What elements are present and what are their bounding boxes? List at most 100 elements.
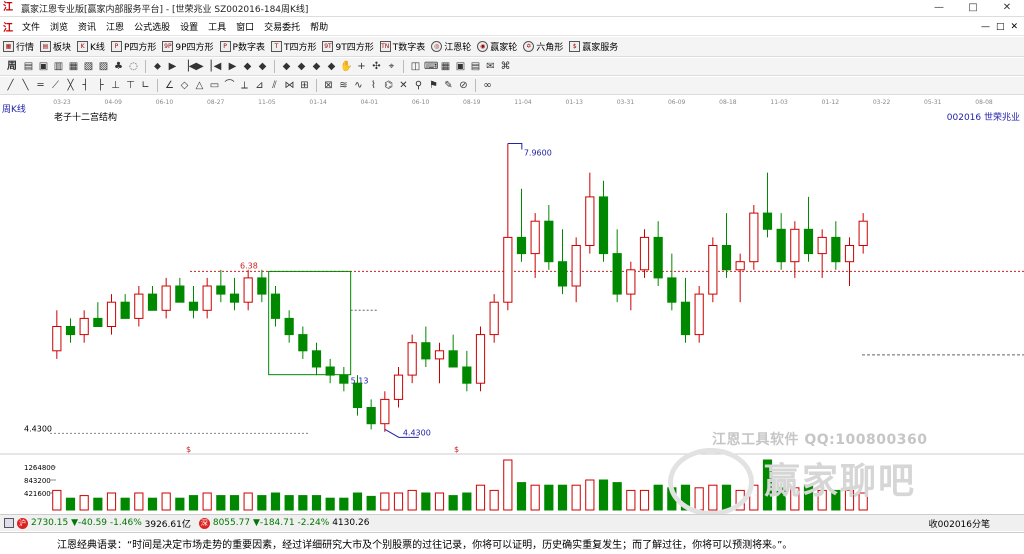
mdi-close-button[interactable]: ✕ (1010, 18, 1018, 36)
toolbar-button-0[interactable]: ▦ 行情 (3, 40, 34, 53)
tool-icon[interactable]: ✣ (370, 60, 383, 73)
tool-icon[interactable]: ✉ (484, 60, 497, 73)
toolbar-button-5[interactable]: P P数字表 (219, 40, 265, 53)
tool-icon[interactable]: ∿ (352, 79, 365, 92)
tool-icon[interactable]: ≋ (337, 79, 350, 92)
menu-help[interactable]: 帮助 (305, 20, 333, 33)
tool-icon[interactable]: ◆ (310, 60, 323, 73)
tool-icon[interactable]: ◇ (178, 79, 191, 92)
tool-icon[interactable]: ⊥ (109, 79, 122, 92)
tool-icon[interactable]: + (355, 60, 368, 73)
tool-icon[interactable]: ⌖ (385, 60, 398, 73)
candle-body (585, 196, 595, 246)
tool-icon[interactable]: ◀ (211, 60, 224, 73)
tool-icon[interactable]: ⊿ (253, 79, 266, 92)
date-tick: 06-09 (668, 99, 686, 106)
toolbar-button-8[interactable]: TN T数字表 (379, 40, 425, 53)
tool-icon[interactable]: ▤ (22, 60, 35, 73)
tool-icon[interactable]: ◆ (280, 60, 293, 73)
menu-gann[interactable]: 江恩 (101, 20, 129, 33)
minimize-button[interactable]: — (922, 0, 956, 17)
menu-tools[interactable]: 工具 (203, 20, 231, 33)
tool-icon[interactable]: ⫽ (268, 79, 281, 92)
tool-icon[interactable]: ⚲ (412, 79, 425, 92)
maximize-button[interactable]: □ (956, 0, 990, 17)
menu-trade[interactable]: 交易委托 (259, 20, 305, 33)
tool-icon[interactable]: ▣ (37, 60, 50, 73)
tool-icon[interactable]: ⌒ (223, 79, 236, 92)
tool-icon[interactable]: ⌘ (499, 60, 512, 73)
tool-icon[interactable]: ◆ (241, 60, 254, 73)
tool-icon[interactable]: ◆ (256, 60, 269, 73)
tool-icon[interactable]: ⊞ (298, 79, 311, 92)
tool-icon[interactable]: ▤ (469, 60, 482, 73)
toolbar-button-11[interactable]: ✡ 六角形 (523, 40, 563, 53)
tool-icon[interactable]: ⚑ (427, 79, 440, 92)
menu-file[interactable]: 文件 (17, 20, 45, 33)
tool-icon[interactable]: ▨ (97, 60, 110, 73)
sh-index-segment[interactable]: 沪 2730.15 ▼-40.59 -1.46% 3926.61亿 (4, 517, 191, 530)
tool-icon[interactable]: ✋ (340, 60, 353, 73)
menu-browse[interactable]: 浏览 (45, 20, 73, 33)
toolbar-button-4[interactable]: 9P 9P四方形 (162, 40, 214, 53)
tool-icon[interactable]: ⋈ (283, 79, 296, 92)
mdi-restore-button[interactable]: □ (996, 18, 1005, 36)
tool-icon[interactable]: ⟂ (238, 79, 251, 92)
tool-icon[interactable]: ═ (34, 79, 47, 92)
tool-icon[interactable]: ⌨ (424, 60, 438, 73)
tool-icon[interactable]: ▕◀ (181, 60, 196, 73)
toolbar-button-2[interactable]: K K线 (77, 40, 105, 53)
tool-icon[interactable]: ├ (94, 79, 107, 92)
tool-icon[interactable]: ⊠ (322, 79, 335, 92)
menu-formula[interactable]: 公式选股 (129, 20, 175, 33)
toolbar-button-7[interactable]: 9T 9T四方形 (322, 40, 374, 53)
tool-icon[interactable]: ⬥ (151, 60, 164, 73)
tick-detail-link[interactable]: 收002016分笔 (929, 517, 990, 530)
tool-icon[interactable]: ▦ (439, 60, 452, 73)
tool-icon[interactable]: ▭ (208, 79, 221, 92)
tool-icon[interactable]: ∞ (481, 79, 494, 92)
stock-label[interactable]: 002016 世荣兆业 (947, 110, 1020, 123)
tool-icon[interactable]: ⌇ (367, 79, 380, 92)
mdi-minimize-button[interactable]: — (981, 18, 990, 36)
tool-icon[interactable]: ╲ (19, 79, 32, 92)
tool-icon[interactable]: ⌬ (382, 79, 395, 92)
tool-icon[interactable]: ⊘ (457, 79, 470, 92)
tool-icon[interactable]: ✎ (442, 79, 455, 92)
tool-icon[interactable]: ◌ (127, 60, 140, 73)
menu-news[interactable]: 资讯 (73, 20, 101, 33)
tool-icon[interactable]: ╱ (4, 79, 17, 92)
tool-icon[interactable]: ▶ (226, 60, 239, 73)
toolbar-label: 赢家服务 (582, 43, 619, 53)
toolbar-button-12[interactable]: $ 赢家服务 (569, 40, 618, 53)
tool-icon[interactable]: ⊤ (124, 79, 137, 92)
tool-icon[interactable]: ⟋ (49, 79, 62, 92)
toolbar-button-6[interactable]: T T四方形 (270, 40, 316, 53)
tool-icon[interactable]: ▦ (67, 60, 80, 73)
tool-icon[interactable]: ∟ (139, 79, 152, 92)
toolbar-button-1[interactable]: ▤ 板块 (40, 40, 71, 53)
menu-window[interactable]: 窗口 (231, 20, 259, 33)
tool-icon[interactable]: ∠ (163, 79, 176, 92)
toolbar-button-9[interactable]: ◎ 江恩轮 (431, 40, 471, 53)
candle-body (776, 228, 786, 263)
tool-icon[interactable]: △ (193, 79, 206, 92)
tool-icon[interactable]: ◆ (325, 60, 338, 73)
tool-icon[interactable]: ▶ (166, 60, 179, 73)
tool-icon[interactable]: ╳ (64, 79, 77, 92)
sz-index-segment[interactable]: 深 8055.77 ▼-184.71 -2.24% 4130.26 (198, 517, 369, 529)
menu-settings[interactable]: 设置 (175, 20, 203, 33)
period-selector[interactable]: 周 (4, 60, 20, 73)
toolbar-button-3[interactable]: P P四方形 (110, 40, 156, 53)
close-button[interactable]: ✕ (990, 0, 1024, 17)
tool-icon[interactable]: ┤ (79, 79, 92, 92)
tool-icon[interactable]: ▧ (82, 60, 95, 73)
tool-icon[interactable]: ♣ (112, 60, 125, 73)
tool-icon[interactable]: ✕ (397, 79, 410, 92)
tool-icon[interactable]: ▶▕ (196, 60, 211, 73)
toolbar-button-10[interactable]: ◉ 赢家轮 (477, 40, 517, 53)
tool-icon[interactable]: ▣ (454, 60, 467, 73)
tool-icon[interactable]: ◫ (409, 60, 422, 73)
tool-icon[interactable]: ◆ (295, 60, 308, 73)
tool-icon[interactable]: ▥ (52, 60, 65, 73)
